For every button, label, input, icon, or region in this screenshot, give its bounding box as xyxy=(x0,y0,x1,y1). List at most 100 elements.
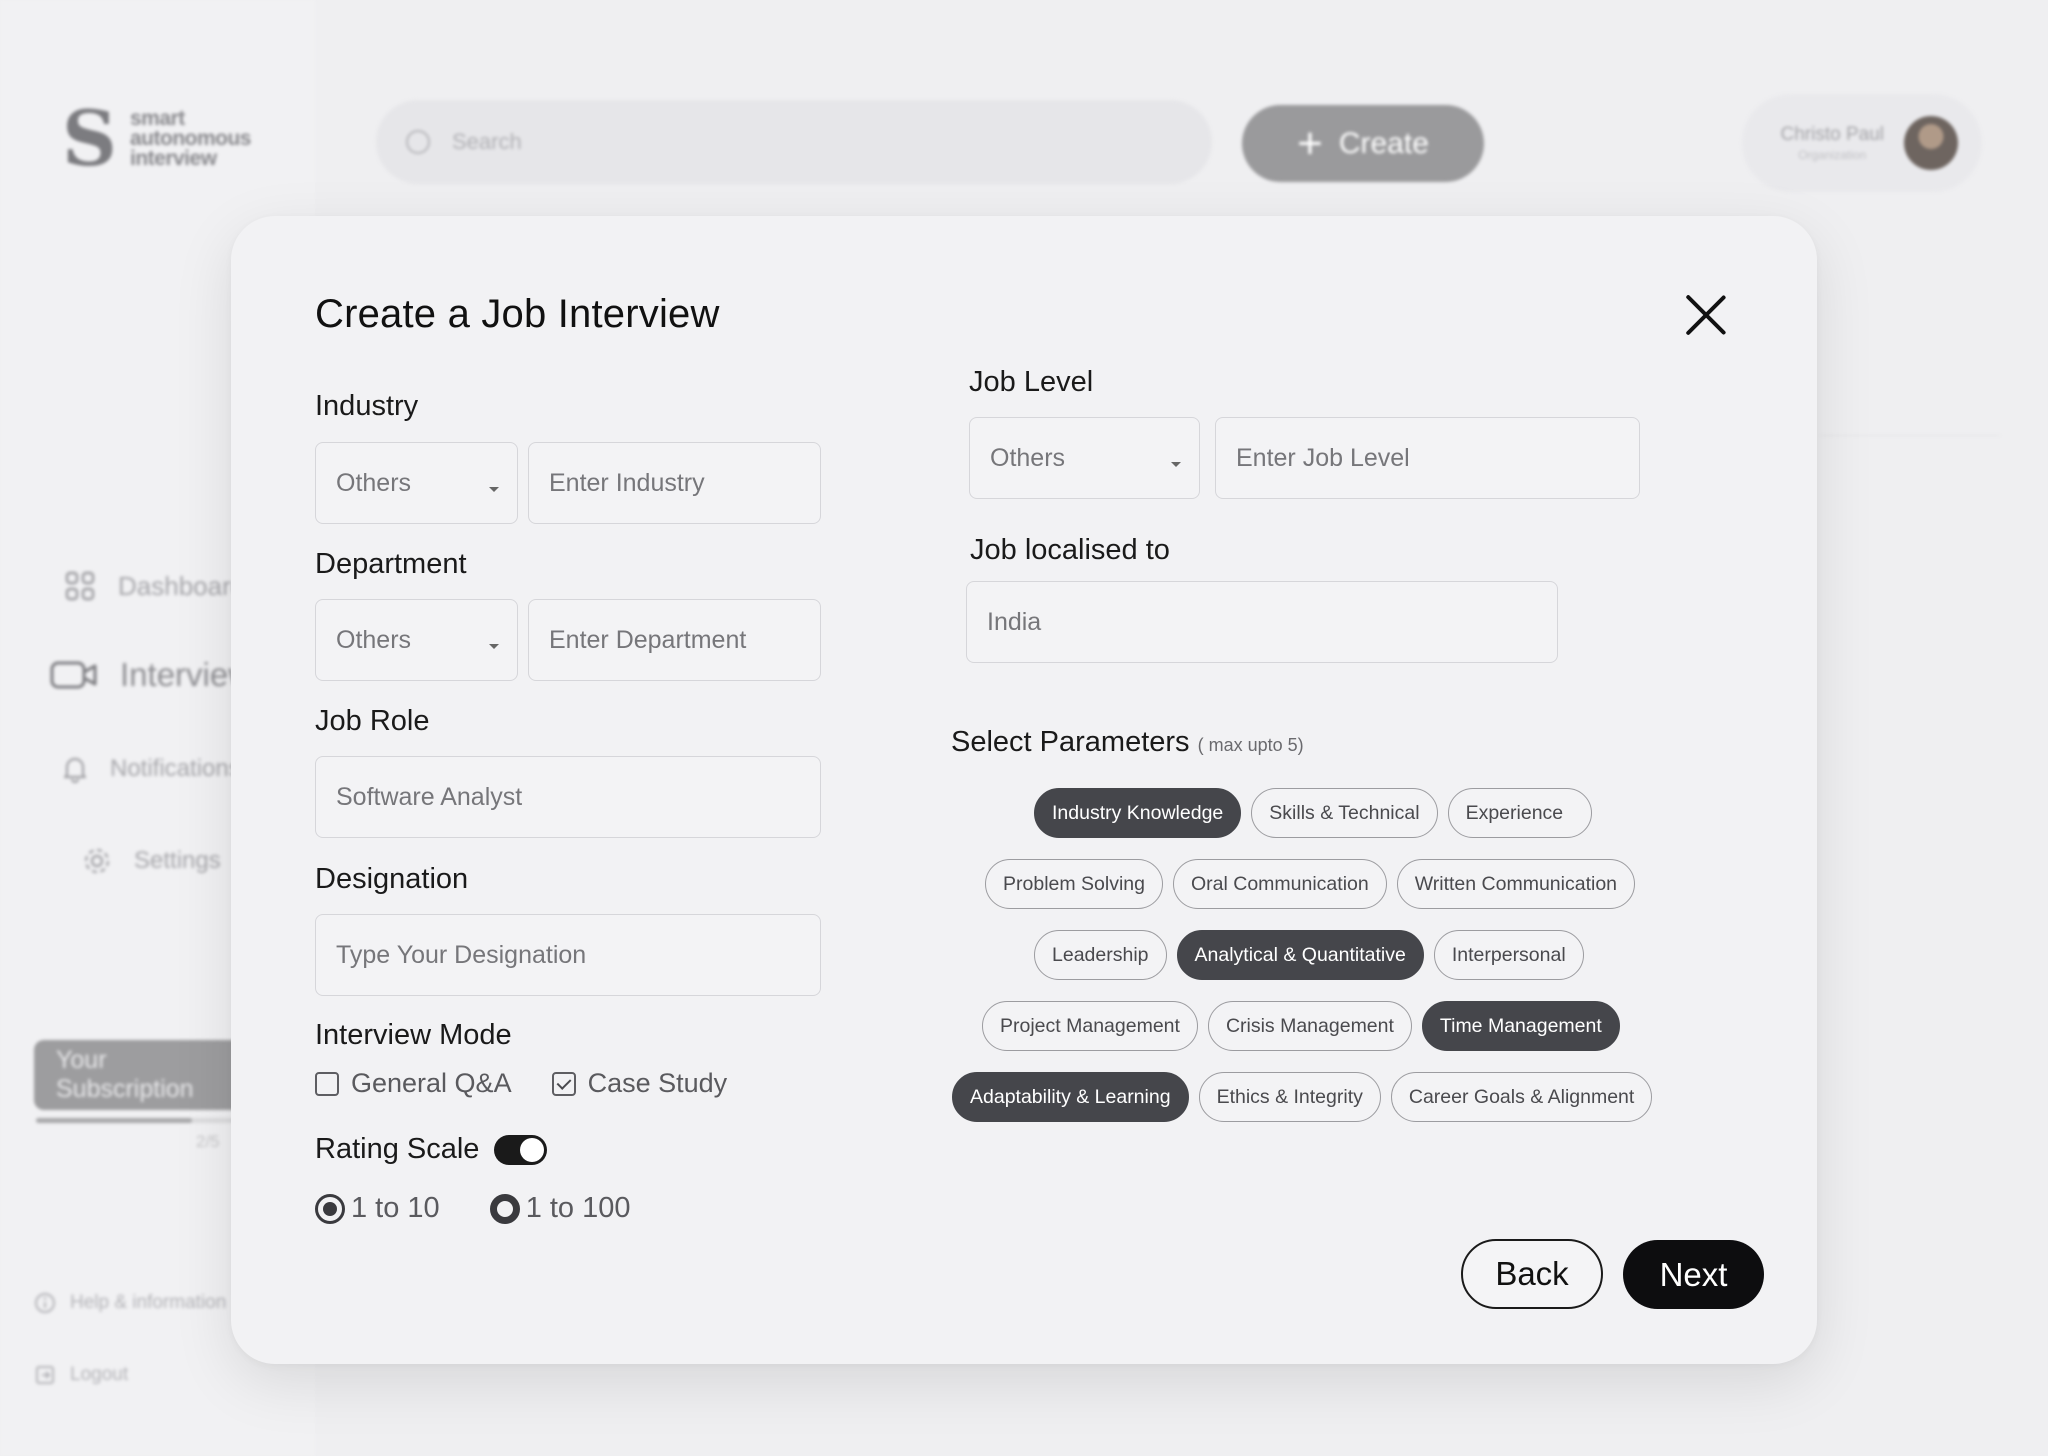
job-localised-label: Job localised to xyxy=(970,534,1170,566)
job-role-input[interactable]: Software Analyst xyxy=(315,756,821,838)
rating-scale-options: 1 to 10 1 to 100 xyxy=(315,1192,631,1225)
radio-label: 1 to 10 xyxy=(351,1192,440,1224)
parameter-row-4: Project Management Crisis Management Tim… xyxy=(982,1001,1620,1051)
user-profile[interactable]: Christo Paul Organization xyxy=(1742,94,1982,192)
subscription-label: Your Subscription xyxy=(56,1046,194,1103)
chip-career-goals-alignment[interactable]: Career Goals & Alignment xyxy=(1390,1072,1653,1122)
chip-industry-knowledge[interactable]: Industry Knowledge xyxy=(1034,788,1242,838)
department-select[interactable]: Others xyxy=(315,599,518,681)
next-button[interactable]: Next xyxy=(1623,1240,1764,1309)
rating-scale-toggle[interactable] xyxy=(494,1135,547,1165)
industry-input[interactable]: Enter Industry xyxy=(528,442,821,524)
logout-icon xyxy=(36,1366,54,1384)
modal-title: Create a Job Interview xyxy=(315,292,720,336)
parameter-row-2: Problem Solving Oral Communication Writt… xyxy=(985,859,1636,909)
checkbox-label: General Q&A xyxy=(351,1068,512,1098)
department-input[interactable]: Enter Department xyxy=(528,599,821,681)
search-bar[interactable]: Search xyxy=(376,100,1212,184)
subscription-progress-fill xyxy=(36,1118,192,1123)
rating-1-to-10-radio[interactable]: 1 to 10 xyxy=(315,1192,440,1225)
back-button[interactable]: Back xyxy=(1461,1239,1603,1309)
chip-leadership[interactable]: Leadership xyxy=(1034,930,1167,980)
chip-oral-communication[interactable]: Oral Communication xyxy=(1172,859,1387,909)
job-localised-input[interactable]: India xyxy=(966,581,1558,663)
industry-select-value: Others xyxy=(336,468,412,497)
sidebar-item-dashboard[interactable]: Dashboard xyxy=(64,570,245,602)
job-level-select-value: Others xyxy=(990,443,1066,472)
designation-input[interactable]: Type Your Designation xyxy=(315,914,821,996)
create-label: Create xyxy=(1338,126,1429,160)
chip-time-management[interactable]: Time Management xyxy=(1421,1001,1620,1051)
gear-icon xyxy=(84,848,110,874)
department-select-value: Others xyxy=(336,625,412,654)
checkbox-icon xyxy=(315,1071,339,1096)
industry-label: Industry xyxy=(315,390,419,422)
sidebar-item-settings[interactable]: Settings xyxy=(82,846,221,876)
plus-icon: + xyxy=(1297,118,1323,168)
chevron-down-icon xyxy=(489,643,499,649)
logo-text: smart autonomous interview xyxy=(130,107,252,170)
designation-placeholder: Type Your Designation xyxy=(336,940,587,969)
job-level-input[interactable]: Enter Job Level xyxy=(1215,417,1640,499)
bell-icon xyxy=(63,757,87,783)
chip-experience[interactable]: Experience xyxy=(1447,788,1593,838)
radio-label: 1 to 100 xyxy=(525,1192,631,1224)
select-parameters-label: Select Parameters xyxy=(951,726,1190,758)
subscription-button[interactable]: Your Subscription xyxy=(34,1040,244,1110)
subscription-count: 2/5 xyxy=(196,1132,220,1151)
chip-analytical-quantitative[interactable]: Analytical & Quantitative xyxy=(1176,930,1424,980)
industry-select[interactable]: Others xyxy=(315,442,518,524)
department-input-placeholder: Enter Department xyxy=(549,625,747,654)
user-name: Christo Paul xyxy=(1780,124,1885,145)
general-qa-checkbox[interactable]: General Q&A xyxy=(315,1068,512,1099)
interview-mode-options: General Q&A Case Study xyxy=(315,1068,727,1099)
profile-text: Christo Paul Organization xyxy=(1781,124,1885,162)
designation-label: Designation xyxy=(315,863,469,895)
toggle-knob xyxy=(520,1138,544,1162)
chip-interpersonal[interactable]: Interpersonal xyxy=(1433,930,1584,980)
chip-written-communication[interactable]: Written Communication xyxy=(1396,859,1636,909)
department-label: Department xyxy=(315,548,467,580)
job-role-label: Job Role xyxy=(315,705,430,737)
job-level-select[interactable]: Others xyxy=(969,417,1200,499)
checkbox-checked-icon xyxy=(551,1071,576,1096)
chip-problem-solving[interactable]: Problem Solving xyxy=(985,859,1163,909)
create-job-interview-modal: Create a Job Interview Industry Others E… xyxy=(231,216,1817,1364)
close-icon[interactable] xyxy=(1685,294,1727,336)
job-role-value: Software Analyst xyxy=(336,782,523,811)
help-label: Help & information xyxy=(70,1292,227,1313)
chip-skills-technical[interactable]: Skills & Technical xyxy=(1251,788,1438,838)
industry-input-placeholder: Enter Industry xyxy=(549,468,705,497)
sidebar-item-label: Notifications xyxy=(110,755,241,782)
video-camera-icon xyxy=(50,661,97,689)
search-placeholder: Search xyxy=(452,129,522,154)
sidebar-item-notifications[interactable]: Notifications xyxy=(62,755,241,783)
parameter-row-1: Industry Knowledge Skills & Technical Ex… xyxy=(1034,788,1593,838)
select-parameters-note: ( max upto 5) xyxy=(1197,735,1304,755)
radio-icon xyxy=(489,1193,520,1224)
help-link[interactable]: Help & information xyxy=(34,1292,226,1314)
parameter-row-5: Adaptability & Learning Ethics & Integri… xyxy=(952,1072,1653,1122)
logout-link[interactable]: Logout xyxy=(34,1364,128,1386)
chevron-down-icon xyxy=(489,486,499,492)
chip-ethics-integrity[interactable]: Ethics & Integrity xyxy=(1198,1072,1381,1122)
divider xyxy=(1820,435,2000,436)
chip-crisis-management[interactable]: Crisis Management xyxy=(1207,1001,1412,1051)
checkbox-label: Case Study xyxy=(587,1068,728,1098)
job-level-input-placeholder: Enter Job Level xyxy=(1236,443,1410,472)
job-localised-value: India xyxy=(987,607,1042,636)
chip-adaptability-learning[interactable]: Adaptability & Learning xyxy=(952,1072,1189,1122)
rating-1-to-100-radio[interactable]: 1 to 100 xyxy=(489,1192,631,1225)
interview-mode-label: Interview Mode xyxy=(315,1019,512,1051)
chip-project-management[interactable]: Project Management xyxy=(982,1001,1198,1051)
radio-selected-icon xyxy=(315,1193,345,1224)
create-button[interactable]: + Create xyxy=(1242,105,1484,182)
app-logo[interactable]: S smart autonomous interview xyxy=(62,101,252,177)
case-study-checkbox[interactable]: Case Study xyxy=(551,1068,728,1099)
sidebar-item-label: Settings xyxy=(134,847,221,874)
logout-label: Logout xyxy=(70,1364,129,1385)
user-role: Organization xyxy=(1798,148,1867,162)
parameter-row-3: Leadership Analytical & Quantitative Int… xyxy=(1034,930,1584,980)
grid-icon xyxy=(65,571,95,601)
subscription-progress xyxy=(36,1118,236,1123)
